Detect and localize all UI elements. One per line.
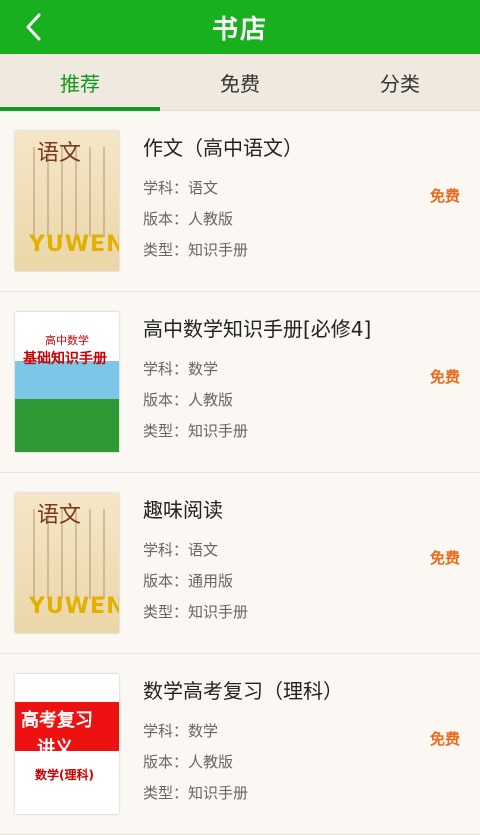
cover-text: 高考复习 (21, 710, 93, 731)
tab-bar: 推荐 免费 分类 (0, 54, 480, 111)
price-badge: 免费 (429, 730, 460, 748)
cover-text: YUWEN (29, 594, 119, 619)
book-type: 类型：知识手册 (143, 241, 249, 259)
cover-text: 高中数学 (45, 334, 89, 347)
book-cover: 高考复习 讲义 数学(理科) (15, 674, 119, 814)
book-title: 作文（高中语文） (143, 136, 303, 160)
book-list: 语文 YUWEN 作文（高中语文） 学科：语文 版本：人教版 类型：知识手册 免… (0, 111, 480, 835)
list-item[interactable]: 高考复习 讲义 数学(理科) 数学高考复习（理科） 学科：数学 版本：人教版 类… (0, 654, 480, 835)
cover-text: 讲义 (37, 738, 73, 759)
book-edition: 版本：人教版 (143, 753, 234, 771)
book-type: 类型：知识手册 (143, 603, 249, 621)
cover-text: 基础知识手册 (23, 351, 107, 367)
book-type: 类型：知识手册 (143, 784, 249, 802)
chevron-left-icon (26, 13, 41, 41)
list-item[interactable]: 高中数学 基础知识手册 高中数学知识手册[必修4] 学科：数学 版本：人教版 类… (0, 292, 480, 473)
list-item[interactable]: 语文 YUWEN 趣味阅读 学科：语文 版本：通用版 类型：知识手册 免费 (0, 473, 480, 654)
cover-text: YUWEN (29, 232, 119, 257)
book-edition: 版本：人教版 (143, 210, 234, 228)
price-badge: 免费 (429, 187, 460, 205)
back-button[interactable] (14, 8, 52, 46)
cover-text: 语文 (37, 503, 82, 528)
book-cover: 语文 YUWEN (15, 493, 119, 633)
book-type: 类型：知识手册 (143, 422, 249, 440)
book-cover: 高中数学 基础知识手册 (15, 312, 119, 452)
book-cover: 语文 YUWEN (15, 131, 119, 271)
top-app-bar: 书店 (0, 0, 480, 54)
book-title: 趣味阅读 (143, 498, 223, 522)
cover-text: 语文 (37, 141, 82, 166)
tab-recommend[interactable]: 推荐 (0, 54, 160, 111)
book-edition: 版本：人教版 (143, 391, 234, 409)
tab-category[interactable]: 分类 (320, 54, 480, 110)
book-title: 高中数学知识手册[必修4] (143, 317, 372, 341)
book-title: 数学高考复习（理科） (143, 679, 343, 703)
price-badge: 免费 (429, 368, 460, 386)
tab-free[interactable]: 免费 (160, 54, 320, 110)
price-badge: 免费 (429, 549, 460, 567)
list-item[interactable]: 语文 YUWEN 作文（高中语文） 学科：语文 版本：人教版 类型：知识手册 免… (0, 111, 480, 292)
book-edition: 版本：通用版 (143, 572, 234, 590)
page-title: 书店 (211, 14, 268, 45)
cover-text: 数学(理科) (35, 768, 94, 782)
